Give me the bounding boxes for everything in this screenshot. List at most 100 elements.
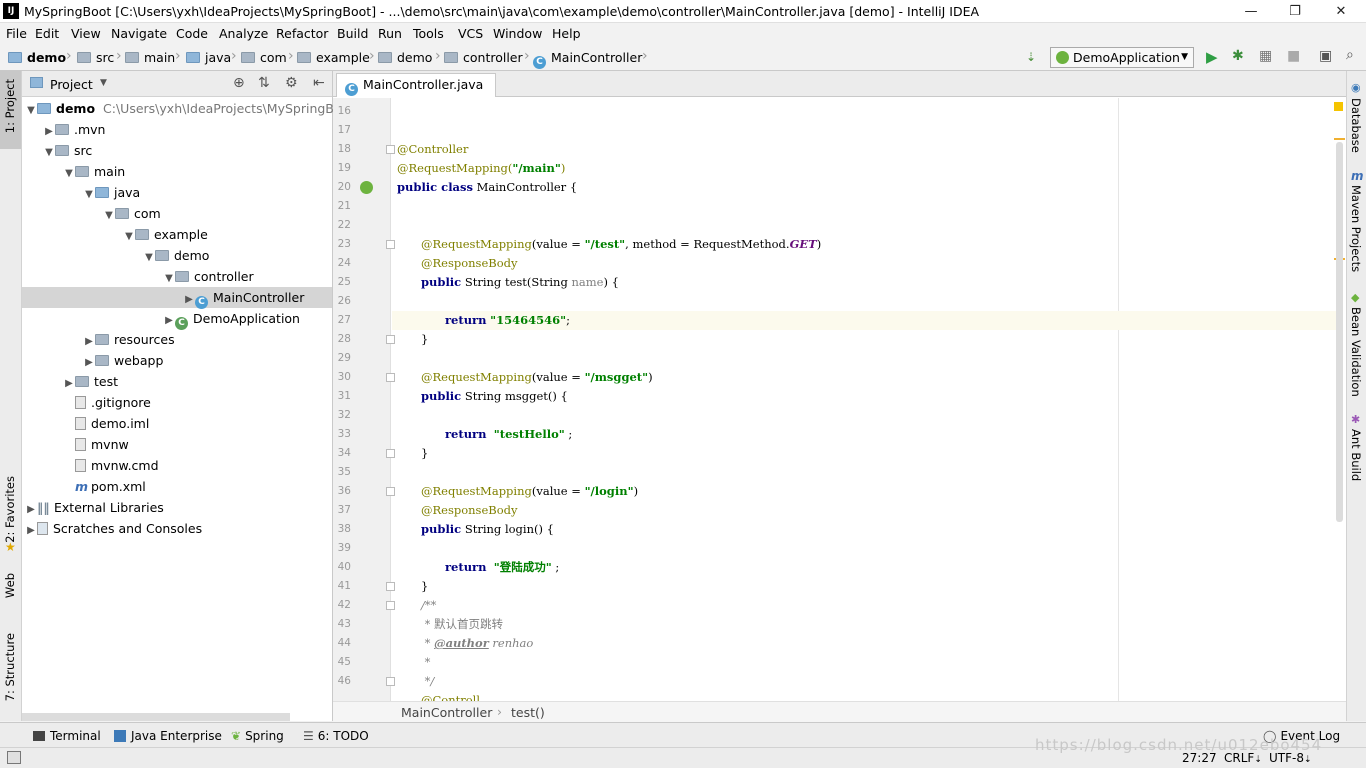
tree-item-demo[interactable]: ▼ demo C:\Users\yxh\IdeaProjects\MySpring… bbox=[22, 98, 354, 121]
chevron-down-icon[interactable]: ▼ bbox=[163, 268, 175, 289]
tab-maincontroller-java[interactable]: CMainController.java ✕ bbox=[336, 73, 496, 111]
crumb-demo[interactable]: demo bbox=[378, 50, 432, 65]
tree-item-main[interactable]: ▼ main bbox=[22, 161, 332, 182]
tree-item-mvn[interactable]: ▶ .mvn bbox=[22, 119, 332, 140]
crumb-label: controller bbox=[463, 50, 523, 65]
stop-icon[interactable]: ■ bbox=[1287, 48, 1300, 64]
menu-help[interactable]: Help bbox=[552, 26, 581, 41]
tool-spring[interactable]: ❦ Spring bbox=[231, 729, 284, 743]
warning-marker[interactable] bbox=[1334, 138, 1345, 140]
tree-item-external-libraries[interactable]: ▶ ‖‖ External Libraries bbox=[22, 497, 332, 518]
scroll-from-source-icon[interactable]: ⊕ bbox=[233, 75, 245, 91]
tree-item-resources[interactable]: ▶ resources bbox=[22, 329, 332, 350]
gear-icon[interactable]: ⚙ bbox=[285, 75, 298, 91]
tab-maven-projects[interactable]: Maven Projects bbox=[1349, 185, 1363, 272]
chevron-down-icon[interactable]: ▼ bbox=[123, 226, 135, 247]
chevron-down-icon[interactable]: ▼ bbox=[103, 205, 115, 226]
run-configuration-select[interactable]: DemoApplication ▼ bbox=[1050, 47, 1194, 68]
tab-web[interactable]: Web bbox=[3, 573, 17, 598]
chevron-right-icon[interactable]: ▶ bbox=[83, 352, 95, 373]
search-icon[interactable]: ⌕ bbox=[1346, 47, 1354, 63]
menu-refactor[interactable]: Refactor bbox=[276, 26, 328, 41]
vertical-scrollbar-thumb[interactable] bbox=[1336, 142, 1343, 522]
chevron-down-icon[interactable]: ▼ bbox=[143, 247, 155, 268]
crumb-java[interactable]: java bbox=[186, 50, 231, 65]
tree-item-pom-xml[interactable]: m pom.xml bbox=[22, 476, 332, 497]
menu-file[interactable]: File bbox=[6, 26, 27, 41]
tree-item-controller[interactable]: ▼ controller bbox=[22, 266, 332, 287]
tree-item-com[interactable]: ▼ com bbox=[22, 203, 332, 224]
menu-build[interactable]: Build bbox=[337, 26, 368, 41]
inspection-status-icon[interactable] bbox=[1334, 102, 1343, 111]
tree-item-demo-iml[interactable]: demo.iml bbox=[22, 413, 332, 434]
project-structure-icon[interactable]: ▣ bbox=[1319, 48, 1332, 64]
menu-navigate[interactable]: Navigate bbox=[111, 26, 167, 41]
chevron-right-icon[interactable]: ▶ bbox=[163, 310, 175, 331]
hide-panel-icon[interactable]: ⇤ bbox=[313, 75, 325, 91]
crumb-demo-module[interactable]: demo bbox=[8, 50, 66, 65]
tree-item-webapp[interactable]: ▶ webapp bbox=[22, 350, 332, 371]
chevron-right-icon[interactable]: ▶ bbox=[83, 331, 95, 352]
tool-windows-toggle-icon[interactable] bbox=[7, 751, 21, 764]
tree-item-example[interactable]: ▼ example bbox=[22, 224, 332, 245]
tab-ant-build[interactable]: Ant Build bbox=[1349, 429, 1363, 481]
chevron-down-icon[interactable]: ▼ bbox=[83, 184, 95, 205]
build-project-icon[interactable]: ⇣ bbox=[1026, 50, 1036, 64]
tree-item-gitignore[interactable]: .gitignore bbox=[22, 392, 332, 413]
chevron-down-icon[interactable]: ▼ bbox=[63, 163, 75, 184]
project-panel-title[interactable]: Project bbox=[50, 77, 93, 92]
tab-favorites[interactable]: 2: Favorites bbox=[3, 476, 17, 543]
tree-item-demo-package[interactable]: ▼ demo bbox=[22, 245, 332, 266]
crumb-maincontroller[interactable]: C MainController bbox=[533, 50, 642, 69]
menu-code[interactable]: Code bbox=[176, 26, 208, 41]
code-editor[interactable]: @Controller @RequestMapping("/main") pub… bbox=[392, 98, 1337, 701]
tool-java-enterprise[interactable]: Java Enterprise bbox=[114, 729, 222, 743]
chevron-right-icon[interactable]: ▶ bbox=[183, 289, 195, 310]
chevron-right-icon[interactable]: ▶ bbox=[63, 373, 75, 394]
tree-item-src[interactable]: ▼ src bbox=[22, 140, 332, 161]
tree-item-test[interactable]: ▶ test bbox=[22, 371, 332, 392]
chevron-down-icon[interactable]: ▼ bbox=[43, 142, 55, 163]
debug-icon[interactable]: ✱ bbox=[1232, 48, 1244, 64]
crumb-com[interactable]: com bbox=[241, 50, 287, 65]
menu-analyze[interactable]: Analyze bbox=[219, 26, 268, 41]
chevron-down-icon[interactable]: ▼ bbox=[100, 78, 107, 88]
tool-todo[interactable]: ☰ 6: TODO bbox=[303, 729, 369, 743]
tab-database[interactable]: Database bbox=[1349, 98, 1363, 153]
crumb-src[interactable]: src bbox=[77, 50, 114, 65]
tree-item-mvnw-cmd[interactable]: mvnw.cmd bbox=[22, 455, 332, 476]
tree-item-java[interactable]: ▼ java bbox=[22, 182, 332, 203]
chevron-right-icon[interactable]: ▶ bbox=[25, 499, 37, 520]
error-stripe[interactable] bbox=[1334, 98, 1345, 718]
tree-item-maincontroller[interactable]: ▶ C MainController bbox=[22, 287, 332, 310]
tab-project[interactable]: 1: Project bbox=[3, 79, 17, 133]
menu-view[interactable]: View bbox=[71, 26, 101, 41]
chevron-right-icon[interactable]: ▶ bbox=[25, 520, 37, 541]
chevron-right-icon[interactable]: ▶ bbox=[43, 121, 55, 142]
maximize-button[interactable]: ❐ bbox=[1272, 1, 1318, 22]
crumb-main[interactable]: main bbox=[125, 50, 175, 65]
tree-item-demoapplication[interactable]: ▶ C DemoApplication bbox=[22, 308, 332, 331]
tab-structure[interactable]: 7: Structure bbox=[3, 633, 17, 701]
horizontal-scrollbar[interactable] bbox=[22, 713, 290, 721]
menu-window[interactable]: Window bbox=[493, 26, 542, 41]
menu-tools[interactable]: Tools bbox=[413, 26, 444, 41]
chevron-down-icon[interactable]: ▼ bbox=[25, 100, 37, 121]
close-button[interactable]: ✕ bbox=[1318, 1, 1364, 22]
menu-vcs[interactable]: VCS bbox=[458, 26, 483, 41]
menu-edit[interactable]: Edit bbox=[35, 26, 59, 41]
minimize-button[interactable]: — bbox=[1228, 1, 1274, 22]
code-crumb-class[interactable]: MainController bbox=[401, 705, 492, 720]
tree-item-scratches[interactable]: ▶ Scratches and Consoles bbox=[22, 518, 332, 539]
crumb-example[interactable]: example bbox=[297, 50, 370, 65]
crumb-controller[interactable]: controller bbox=[444, 50, 523, 65]
run-icon[interactable]: ▶ bbox=[1206, 48, 1218, 66]
spring-bean-gutter-icon[interactable] bbox=[360, 181, 373, 194]
coverage-icon[interactable]: ▦ bbox=[1259, 48, 1272, 64]
tree-item-mvnw[interactable]: mvnw bbox=[22, 434, 332, 455]
menu-run[interactable]: Run bbox=[378, 26, 402, 41]
tab-bean-validation[interactable]: Bean Validation bbox=[1349, 307, 1363, 397]
tool-terminal[interactable]: Terminal bbox=[33, 729, 101, 743]
code-crumb-method[interactable]: test() bbox=[511, 705, 545, 720]
collapse-all-icon[interactable]: ⇅ bbox=[258, 75, 270, 91]
